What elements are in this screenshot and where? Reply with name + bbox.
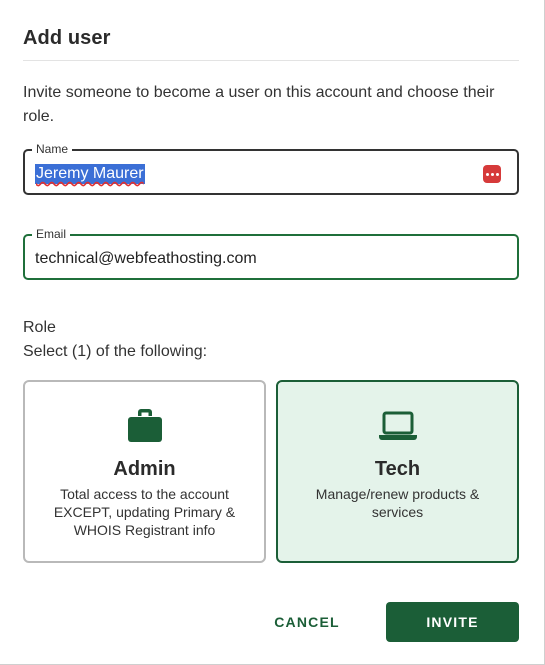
role-option-tech-title: Tech [374,458,421,480]
password-manager-icon[interactable] [483,165,501,183]
add-user-dialog: Add user Invite someone to become a user… [0,0,545,665]
invite-button[interactable]: INVITE [386,602,519,642]
laptop-icon [378,411,417,440]
briefcase-icon [127,409,162,442]
role-option-admin[interactable]: Admin Total access to the account EXCEPT… [23,380,266,563]
email-field-label: Email [32,227,71,241]
role-option-tech[interactable]: Tech Manage/renew products & services [276,380,519,563]
role-option-admin-title: Admin [113,458,176,480]
role-instruction: Select (1) of the following: [23,343,208,360]
dialog-intro-text: Invite someone to become a user on this … [23,84,495,125]
title-divider [23,60,519,61]
name-field-value[interactable]: Jeremy Maurer [35,164,145,184]
name-field[interactable]: Name Jeremy Maurer [23,142,519,195]
cancel-button[interactable]: CANCEL [262,603,352,641]
dialog-title: Add user [23,27,111,49]
name-field-label: Name [32,142,73,156]
role-heading: Role [23,319,56,336]
role-option-tech-description: Manage/renew products & services [315,486,480,520]
email-field-value[interactable]: technical@webfeathosting.com [35,249,257,269]
email-field[interactable]: Email technical@webfeathosting.com [23,227,519,280]
role-option-admin-description: Total access to the account EXCEPT, upda… [53,486,236,538]
